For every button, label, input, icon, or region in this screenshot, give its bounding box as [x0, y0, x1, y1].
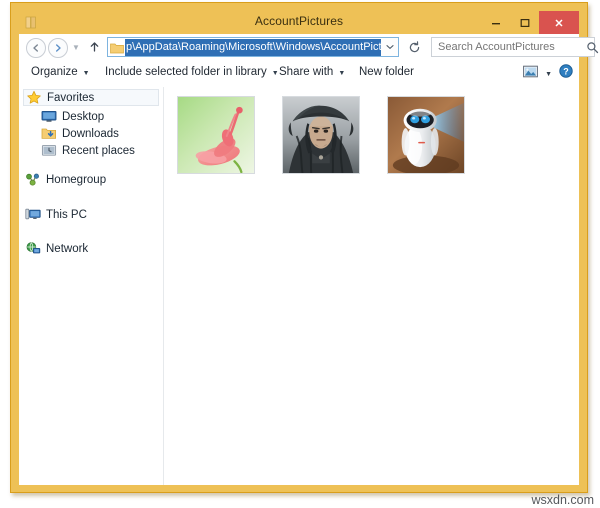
- new-folder-button[interactable]: New folder: [359, 66, 414, 78]
- sidebar-item-recent-places[interactable]: Recent places: [41, 142, 135, 159]
- pirate-picture[interactable]: [282, 96, 360, 174]
- explorer-body: Favorites Desktop Downloads Recent place…: [19, 87, 579, 485]
- address-text[interactable]: p\AppData\Roaming\Microsoft\Windows\Acco…: [125, 38, 381, 56]
- homegroup-icon: [25, 172, 41, 187]
- forward-button[interactable]: [48, 38, 68, 58]
- sidebar-item-label: Downloads: [62, 127, 119, 140]
- file-list-pane[interactable]: [164, 87, 579, 485]
- search-icon[interactable]: [582, 41, 600, 54]
- sidebar-item-homegroup[interactable]: Homegroup: [25, 171, 106, 188]
- flower-picture[interactable]: [177, 96, 255, 174]
- address-dropdown-icon[interactable]: [381, 38, 398, 56]
- chevron-down-icon: ▼: [338, 69, 346, 77]
- search-input[interactable]: [432, 40, 582, 54]
- window-client-area: ▼ p\AppData\Roaming\Microsoft\Windows\Ac…: [19, 34, 598, 485]
- sidebar-item-label: This PC: [46, 208, 87, 221]
- sidebar-item-this-pc[interactable]: This PC: [25, 206, 87, 223]
- this-pc-icon: [25, 207, 41, 222]
- close-button[interactable]: [539, 11, 579, 34]
- sidebar-item-label: Homegroup: [46, 173, 107, 186]
- sidebar-item-downloads[interactable]: Downloads: [41, 125, 119, 142]
- svg-text:?: ?: [563, 66, 569, 76]
- chevron-down-icon[interactable]: ▼: [72, 43, 80, 52]
- screenshot-root: AccountPictures ▼ p\AppData\Roaming\Micr…: [0, 0, 600, 508]
- recent-places-icon: [41, 143, 57, 158]
- organize-label: Organize: [31, 66, 78, 78]
- toolbar-right-group: ▼ ?: [523, 64, 573, 83]
- explorer-window: AccountPictures ▼ p\AppData\Roaming\Micr…: [10, 2, 598, 493]
- navigation-bar: ▼ p\AppData\Roaming\Microsoft\Windows\Ac…: [19, 34, 598, 61]
- view-mode-icon[interactable]: [523, 65, 538, 83]
- help-icon[interactable]: ?: [559, 64, 573, 83]
- minimize-button[interactable]: [481, 11, 510, 34]
- maximize-button[interactable]: [510, 11, 539, 34]
- sidebar-item-label: Desktop: [62, 110, 105, 123]
- search-box[interactable]: [431, 37, 598, 57]
- chevron-down-icon: ▼: [82, 69, 90, 77]
- desktop-icon: [41, 109, 57, 124]
- sidebar-item-network[interactable]: Network: [25, 240, 88, 257]
- share-with-label: Share with: [279, 66, 334, 78]
- watermark: wsxdn.com: [531, 493, 594, 507]
- back-button[interactable]: [26, 38, 46, 58]
- sidebar-item-favorites[interactable]: Favorites: [23, 89, 159, 106]
- downloads-icon: [41, 126, 57, 141]
- share-with-button[interactable]: Share with ▼: [279, 66, 345, 78]
- organize-button[interactable]: Organize ▼: [31, 66, 90, 78]
- refresh-button[interactable]: [403, 37, 425, 57]
- include-folder-label: Include selected folder in library: [105, 66, 267, 78]
- navigation-pane: Favorites Desktop Downloads Recent place…: [19, 87, 164, 485]
- network-icon: [25, 241, 41, 256]
- view-mode-caret-icon[interactable]: ▼: [545, 71, 552, 78]
- up-button[interactable]: [86, 38, 102, 56]
- sidebar-item-label: Recent places: [62, 144, 135, 157]
- address-bar[interactable]: p\AppData\Roaming\Microsoft\Windows\Acco…: [107, 37, 399, 57]
- title-bar: AccountPictures: [19, 11, 579, 34]
- command-toolbar: Organize ▼ Include selected folder in li…: [19, 61, 579, 88]
- new-folder-label: New folder: [359, 66, 414, 78]
- folder-icon: [110, 41, 124, 54]
- chevron-down-icon: ▼: [271, 69, 279, 77]
- window-controls: [481, 11, 579, 34]
- star-icon: [26, 90, 42, 105]
- robot-eve-picture[interactable]: [387, 96, 465, 174]
- sidebar-item-desktop[interactable]: Desktop: [41, 108, 104, 125]
- sidebar-item-label: Favorites: [47, 91, 95, 104]
- sidebar-item-label: Network: [46, 242, 89, 255]
- include-folder-button[interactable]: Include selected folder in library ▼: [105, 66, 279, 78]
